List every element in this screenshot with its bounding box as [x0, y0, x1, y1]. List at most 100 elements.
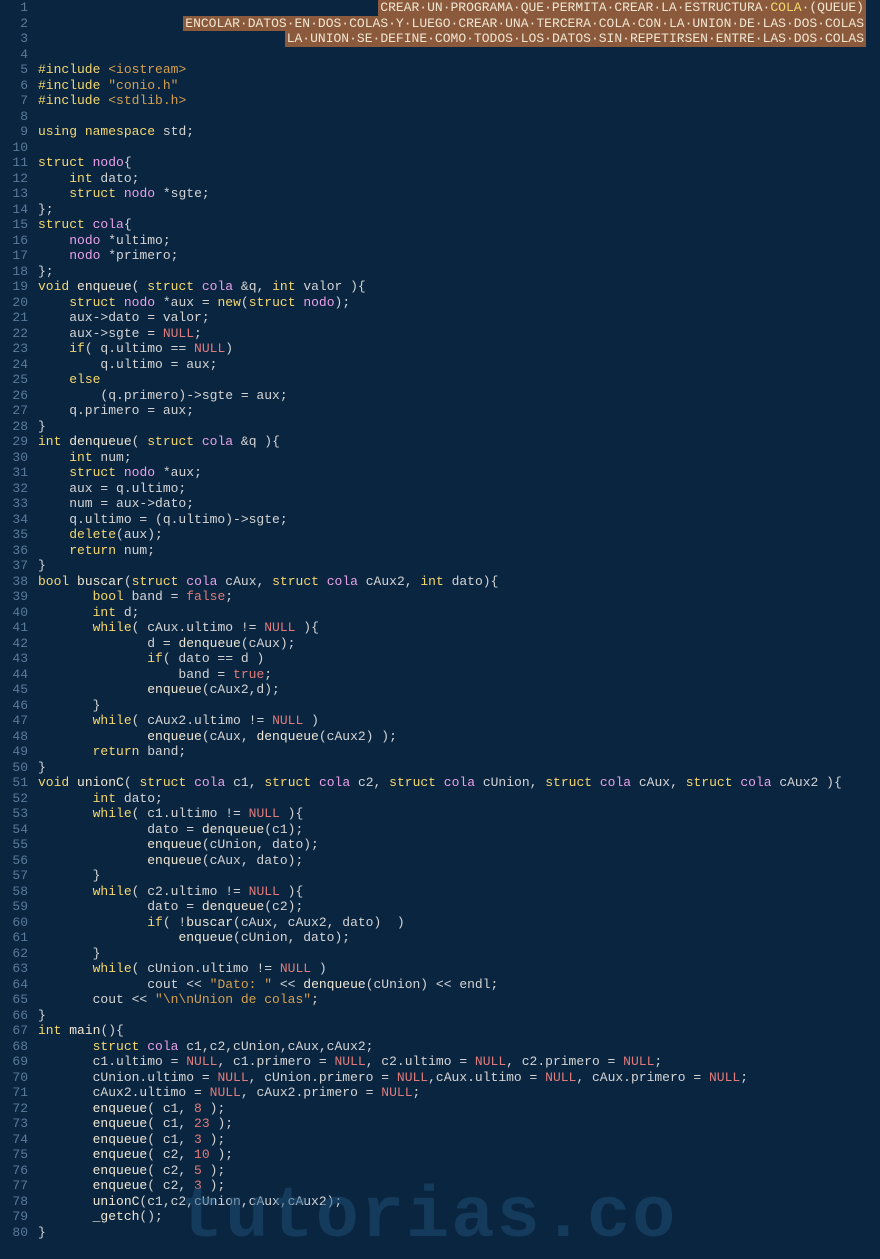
code-line: int denqueue( struct cola &q ){ — [38, 434, 872, 450]
code-line: else — [38, 372, 872, 388]
line-number: 72 — [0, 1101, 28, 1117]
line-number: 17 — [0, 248, 28, 264]
code-line: enqueue(cUnion, dato); — [38, 930, 872, 946]
line-number: 11 — [0, 155, 28, 171]
line-number: 16 — [0, 233, 28, 249]
line-number: 23 — [0, 341, 28, 357]
code-line: CREAR·UN·PROGRAMA·QUE·PERMITA·CREAR·LA·E… — [38, 0, 872, 16]
code-line: q.primero = aux; — [38, 403, 872, 419]
code-line — [38, 47, 872, 63]
line-number: 54 — [0, 822, 28, 838]
line-number: 60 — [0, 915, 28, 931]
code-line: struct nodo *aux; — [38, 465, 872, 481]
code-line: } — [38, 558, 872, 574]
code-line: aux = q.ultimo; — [38, 481, 872, 497]
line-number: 55 — [0, 837, 28, 853]
line-number: 29 — [0, 434, 28, 450]
line-number: 2 — [0, 16, 28, 32]
line-number: 39 — [0, 589, 28, 605]
code-line: if( dato == d ) — [38, 651, 872, 667]
line-number: 59 — [0, 899, 28, 915]
line-number: 45 — [0, 682, 28, 698]
code-line: while( cAux.ultimo != NULL ){ — [38, 620, 872, 636]
line-number: 57 — [0, 868, 28, 884]
code-line: enqueue(cAux, denqueue(cAux2) ); — [38, 729, 872, 745]
code-line: bool buscar(struct cola cAux, struct col… — [38, 574, 872, 590]
code-line: struct cola c1,c2,cUnion,cAux,cAux2; — [38, 1039, 872, 1055]
code-line: struct nodo{ — [38, 155, 872, 171]
line-number: 9 — [0, 124, 28, 140]
code-line: dato = denqueue(c2); — [38, 899, 872, 915]
line-number: 25 — [0, 372, 28, 388]
code-line: int dato; — [38, 791, 872, 807]
code-line: enqueue( c1, 3 ); — [38, 1132, 872, 1148]
line-number: 15 — [0, 217, 28, 233]
line-number: 66 — [0, 1008, 28, 1024]
code-line: band = true; — [38, 667, 872, 683]
code-line: struct cola{ — [38, 217, 872, 233]
line-number: 24 — [0, 357, 28, 373]
code-line: void unionC( struct cola c1, struct cola… — [38, 775, 872, 791]
line-number: 37 — [0, 558, 28, 574]
line-number: 21 — [0, 310, 28, 326]
line-number: 36 — [0, 543, 28, 559]
code-line: d = denqueue(cAux); — [38, 636, 872, 652]
line-number: 13 — [0, 186, 28, 202]
line-number: 70 — [0, 1070, 28, 1086]
line-number: 61 — [0, 930, 28, 946]
code-line: } — [38, 1008, 872, 1024]
line-number: 47 — [0, 713, 28, 729]
line-number: 71 — [0, 1085, 28, 1101]
line-number: 6 — [0, 78, 28, 94]
code-line: enqueue( c2, 5 ); — [38, 1163, 872, 1179]
line-number: 76 — [0, 1163, 28, 1179]
code-line: struct nodo *sgte; — [38, 186, 872, 202]
line-number: 65 — [0, 992, 28, 1008]
code-line: q.ultimo = aux; — [38, 357, 872, 373]
code-line: cout << "\n\nUnion de colas"; — [38, 992, 872, 1008]
line-number: 48 — [0, 729, 28, 745]
line-number: 19 — [0, 279, 28, 295]
line-number: 63 — [0, 961, 28, 977]
line-number: 40 — [0, 605, 28, 621]
line-number: 78 — [0, 1194, 28, 1210]
line-number: 32 — [0, 481, 28, 497]
line-number: 38 — [0, 574, 28, 590]
line-number: 35 — [0, 527, 28, 543]
code-line: aux->dato = valor; — [38, 310, 872, 326]
code-area[interactable]: CREAR·UN·PROGRAMA·QUE·PERMITA·CREAR·LA·E… — [38, 0, 880, 1240]
line-number: 75 — [0, 1147, 28, 1163]
code-line: void enqueue( struct cola &q, int valor … — [38, 279, 872, 295]
line-number: 53 — [0, 806, 28, 822]
line-number: 46 — [0, 698, 28, 714]
code-line: } — [38, 868, 872, 884]
line-number: 58 — [0, 884, 28, 900]
code-line: c1.ultimo = NULL, c1.primero = NULL, c2.… — [38, 1054, 872, 1070]
code-line: #include "conio.h" — [38, 78, 872, 94]
code-line: enqueue( c1, 23 ); — [38, 1116, 872, 1132]
line-number: 28 — [0, 419, 28, 435]
line-number: 43 — [0, 651, 28, 667]
code-line: } — [38, 698, 872, 714]
code-line: cout << "Dato: " << denqueue(cUnion) << … — [38, 977, 872, 993]
line-number: 62 — [0, 946, 28, 962]
code-line: return num; — [38, 543, 872, 559]
line-number: 73 — [0, 1116, 28, 1132]
line-number: 50 — [0, 760, 28, 776]
code-line: (q.primero)->sgte = aux; — [38, 388, 872, 404]
code-line: enqueue(cAux, dato); — [38, 853, 872, 869]
line-number: 27 — [0, 403, 28, 419]
code-line: }; — [38, 202, 872, 218]
line-number: 68 — [0, 1039, 28, 1055]
code-line: } — [38, 1225, 872, 1241]
code-line: while( cAux2.ultimo != NULL ) — [38, 713, 872, 729]
line-number: 1 — [0, 0, 28, 16]
line-number: 4 — [0, 47, 28, 63]
code-line: } — [38, 946, 872, 962]
code-line: #include <iostream> — [38, 62, 872, 78]
line-number-gutter: 1234567891011121314151617181920212223242… — [0, 0, 38, 1240]
code-line: nodo *ultimo; — [38, 233, 872, 249]
line-number: 49 — [0, 744, 28, 760]
code-line: } — [38, 760, 872, 776]
line-number: 77 — [0, 1178, 28, 1194]
